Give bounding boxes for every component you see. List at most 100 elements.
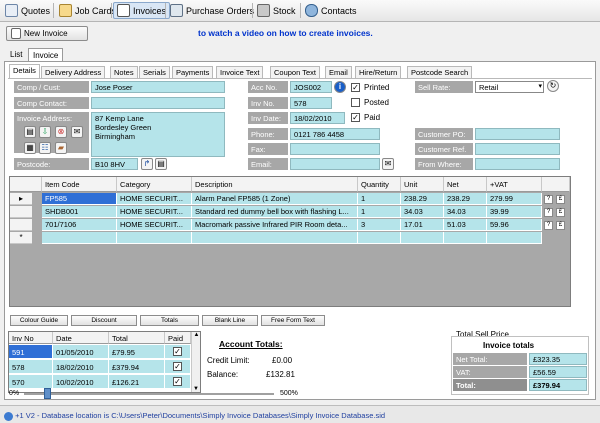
cell-item-code[interactable]: SHDB001 xyxy=(42,206,117,218)
posted-checkbox[interactable] xyxy=(351,98,360,107)
fax-field[interactable] xyxy=(290,143,380,155)
row-header[interactable] xyxy=(10,219,32,231)
cell-net[interactable]: 51.03 xyxy=(444,219,487,231)
cell-unit[interactable] xyxy=(401,232,444,244)
from-where-field[interactable] xyxy=(475,158,560,170)
cell-unit[interactable]: 238.29 xyxy=(401,193,444,205)
tab-invoice[interactable]: Invoice xyxy=(28,48,64,61)
row-info-icon[interactable]: ? xyxy=(544,208,553,217)
header-category[interactable]: Category xyxy=(117,177,192,192)
quotes-button[interactable]: Quotes xyxy=(2,2,53,19)
list-cell-inv-no[interactable]: 570 xyxy=(9,375,53,389)
list-cell-inv-no[interactable]: 591 xyxy=(9,345,53,359)
list-cell-total[interactable]: £126.21 xyxy=(109,375,165,389)
row-price-icon[interactable]: £ xyxy=(556,208,565,217)
postcode-field[interactable]: B10 8HV xyxy=(91,158,138,170)
inv-date-field[interactable]: 18/02/2010 xyxy=(290,112,345,124)
address-book-icon[interactable]: ☷ xyxy=(39,142,51,154)
info-icon[interactable]: i xyxy=(334,81,346,93)
zoom-slider-thumb[interactable] xyxy=(44,388,51,399)
tab-hire-return[interactable]: Hire/Return xyxy=(355,66,402,78)
cell-net[interactable]: 238.29 xyxy=(444,193,487,205)
envelope-icon[interactable]: ✉ xyxy=(71,126,83,138)
cell-quantity[interactable] xyxy=(358,232,401,244)
list-cell-total[interactable]: £79.95 xyxy=(109,345,165,359)
colour-guide-button[interactable]: Colour Guide xyxy=(10,315,68,326)
free-form-text-button[interactable]: Free Form Text xyxy=(261,315,325,326)
cell-unit[interactable]: 17.01 xyxy=(401,219,444,231)
cell-net[interactable]: 34.03 xyxy=(444,206,487,218)
cell-item-code[interactable]: 701/7106 xyxy=(42,219,117,231)
tab-delivery-address[interactable]: Delivery Address xyxy=(41,66,106,78)
cell-category[interactable]: HOME SECURIT... xyxy=(117,219,192,231)
acc-no-field[interactable]: JOS002 xyxy=(290,81,332,93)
list-cell-total[interactable]: £379.94 xyxy=(109,360,165,374)
tab-coupon-text[interactable]: Coupon Text xyxy=(270,66,320,78)
cell-description[interactable]: Alarm Panel FP585 (1 Zone) xyxy=(192,193,358,205)
header-unit[interactable]: Unit xyxy=(401,177,444,192)
cell-net[interactable] xyxy=(444,232,487,244)
header-quantity[interactable]: Quantity xyxy=(358,177,401,192)
print-icon[interactable]: ▦ xyxy=(24,142,36,154)
tab-postcode-search[interactable]: Postcode Search xyxy=(407,66,473,78)
send-email-icon[interactable]: ✉ xyxy=(382,158,394,170)
sell-rate-select[interactable]: Retail ▾ xyxy=(475,81,544,93)
cell-vat[interactable] xyxy=(487,232,542,244)
cell-quantity[interactable]: 1 xyxy=(358,193,401,205)
new-invoice-button[interactable]: New Invoice xyxy=(6,26,88,41)
cell-quantity[interactable]: 3 xyxy=(358,219,401,231)
job-cards-button[interactable]: Job Cards xyxy=(56,2,119,19)
tab-details[interactable]: Details xyxy=(9,64,40,78)
tab-list[interactable]: List xyxy=(6,48,26,61)
invoice-address-field[interactable]: 87 Kemp Lane Bordesley Green Birmingham xyxy=(91,112,225,157)
cell-vat[interactable]: 279.99 xyxy=(487,193,542,205)
tab-serials[interactable]: Serials xyxy=(139,66,170,78)
phone-field[interactable]: 0121 786 4458 xyxy=(290,128,380,140)
header-date[interactable]: Date xyxy=(53,332,109,344)
list-cell-date[interactable]: 18/02/2010 xyxy=(53,360,109,374)
scroll-up-icon[interactable]: ▲ xyxy=(192,332,200,338)
cell-item-code[interactable]: FP585 xyxy=(42,193,117,205)
row-price-icon[interactable]: £ xyxy=(556,195,565,204)
header-total[interactable]: Total xyxy=(109,332,165,344)
cell-description[interactable]: Standard red dummy bell box with flashin… xyxy=(192,206,358,218)
cell-description[interactable] xyxy=(192,232,358,244)
cell-vat[interactable]: 39.99 xyxy=(487,206,542,218)
header-paid[interactable]: Paid xyxy=(165,332,191,344)
row-header[interactable] xyxy=(10,206,32,218)
list-cell-paid[interactable]: ✓ xyxy=(165,375,191,389)
cell-quantity[interactable]: 1 xyxy=(358,206,401,218)
list-cell-paid[interactable]: ✓ xyxy=(165,360,191,374)
list-cell-date[interactable]: 10/02/2010 xyxy=(53,375,109,389)
row-info-icon[interactable]: ? xyxy=(544,221,553,230)
postcode-copy-icon[interactable]: ▤ xyxy=(155,158,167,170)
tab-payments[interactable]: Payments xyxy=(172,66,214,78)
cell-unit[interactable]: 34.03 xyxy=(401,206,444,218)
list-cell-inv-no[interactable]: 578 xyxy=(9,360,53,374)
cell-category[interactable]: HOME SECURIT... xyxy=(117,206,192,218)
copy-icon[interactable]: ▤ xyxy=(24,126,36,138)
tab-invoice-text[interactable]: Invoice Text xyxy=(216,66,264,78)
row-price-icon[interactable]: £ xyxy=(556,221,565,230)
tab-email[interactable]: Email xyxy=(325,66,352,78)
paste-icon[interactable]: ⇩ xyxy=(39,126,51,138)
row-info-icon[interactable]: ? xyxy=(544,195,553,204)
customer-ref-field[interactable] xyxy=(475,143,560,155)
list-cell-date[interactable]: 01/05/2010 xyxy=(53,345,109,359)
totals-button[interactable]: Totals xyxy=(140,315,199,326)
cell-category[interactable]: HOME SECURIT... xyxy=(117,193,192,205)
clear-icon[interactable]: ⊗ xyxy=(55,126,67,138)
list-cell-paid[interactable]: ✓ xyxy=(165,345,191,359)
zoom-slider-track[interactable] xyxy=(24,393,274,395)
cell-category[interactable] xyxy=(117,232,192,244)
list-scrollbar[interactable]: ▲ ▼ xyxy=(191,332,200,392)
header-vat[interactable]: +VAT xyxy=(487,177,542,192)
postcode-lookup-icon[interactable]: ↱ xyxy=(141,158,153,170)
invoices-button[interactable]: Invoices xyxy=(113,2,171,19)
header-inv-no[interactable]: Inv No xyxy=(9,332,53,344)
email-field[interactable] xyxy=(290,158,380,170)
comp-cust-field[interactable]: Jose Poser xyxy=(91,81,225,93)
header-description[interactable]: Description xyxy=(192,177,358,192)
cell-item-code[interactable] xyxy=(42,232,117,244)
discount-button[interactable]: Discount xyxy=(71,315,137,326)
